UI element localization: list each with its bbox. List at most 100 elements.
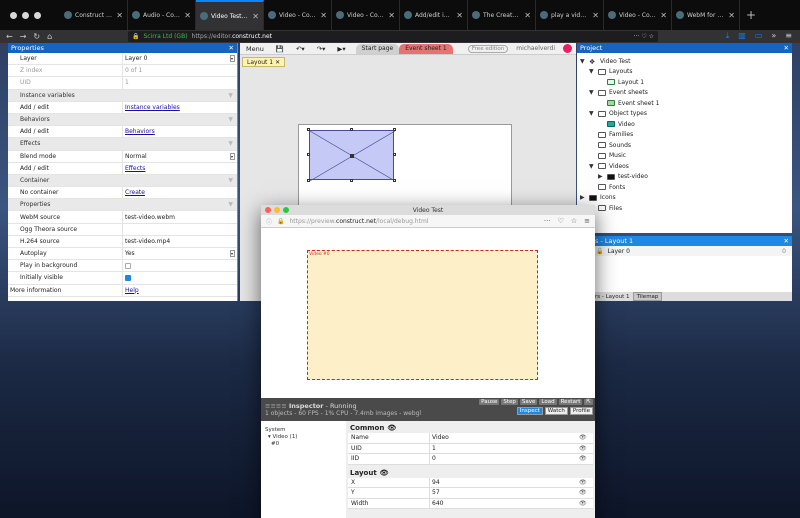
tab-layout-1[interactable]: Layout 1 ✕ — [242, 57, 286, 67]
eye-icon[interactable]: 👁 — [579, 500, 593, 507]
property-row[interactable]: Z index 0 of 1 — [8, 65, 237, 78]
page-actions-icon[interactable]: ··· — [544, 217, 551, 225]
property-row[interactable]: Add / edit Instance variables — [8, 101, 237, 114]
layer-row[interactable]: 🔓 Layer 0 0 — [592, 246, 792, 256]
preview-address-bar[interactable]: ⓘ 🔒 https://preview.construct.net/local/… — [261, 215, 595, 228]
page-actions-icon[interactable]: ··· ♡ ☆ — [634, 33, 654, 40]
undo-icon[interactable]: ↶▾ — [294, 45, 307, 53]
property-link[interactable]: Behaviors — [125, 128, 155, 135]
inspector-row[interactable]: Y 57 👁 — [348, 488, 593, 499]
tab-watch[interactable]: Watch — [544, 407, 568, 415]
property-value[interactable]: test-video.mp4 — [122, 235, 237, 247]
inspector-value[interactable]: 0 — [430, 455, 579, 462]
browser-tab[interactable]: play a video in o✕ — [536, 0, 604, 30]
browser-tab[interactable]: WebM for Premi✕ — [672, 0, 740, 30]
close-icon[interactable]: ✕ — [275, 59, 280, 66]
inspector-save-button[interactable]: Save — [519, 399, 538, 405]
property-row[interactable]: Initially visible — [8, 272, 237, 285]
project-tree-item[interactable]: Sounds — [577, 140, 792, 151]
overflow-menu-icon[interactable]: » — [771, 31, 776, 41]
collapse-triangle-icon[interactable]: ▼ — [228, 92, 233, 99]
home-icon[interactable]: ⌂ — [47, 32, 52, 41]
address-bar[interactable]: 🔒 Scirra Ltd (GB) https://editor.constru… — [128, 31, 658, 42]
property-row[interactable]: Play in background — [8, 260, 237, 273]
object-tree-item[interactable]: ▾ Video (1) — [265, 434, 342, 441]
panel-tab[interactable]: rs - Layout 1 — [592, 292, 633, 301]
tab-start-page[interactable]: Start page — [355, 43, 400, 54]
inspector-row[interactable]: X 94 👁 — [348, 477, 593, 488]
preview-url[interactable]: https://preview.construct.net/local/debu… — [290, 218, 429, 225]
project-tree-item[interactable]: Files — [577, 203, 792, 214]
project-tree-item[interactable]: Layout 1 — [577, 77, 792, 88]
resize-handle[interactable] — [350, 179, 353, 182]
collapse-triangle-icon[interactable]: ▼ — [228, 177, 233, 184]
panel-tab[interactable]: Tilemap — [632, 292, 663, 301]
project-tree-item[interactable]: ▼ Videos — [577, 161, 792, 172]
property-value[interactable]: Behaviors — [122, 126, 237, 138]
property-value[interactable] — [122, 272, 237, 284]
popout-icon[interactable]: ⇱ — [584, 399, 593, 405]
property-row[interactable]: Layer Layer 0 ▾ — [8, 53, 237, 66]
resize-handle[interactable] — [350, 128, 353, 131]
close-tab-icon[interactable]: ✕ — [660, 11, 667, 20]
game-canvas[interactable]: Video #0 — [261, 228, 595, 398]
video-object[interactable] — [309, 130, 395, 181]
close-tab-icon[interactable]: ✕ — [116, 11, 123, 20]
inspector-row[interactable]: Name Video 👁 — [348, 433, 593, 444]
property-checkbox[interactable] — [125, 262, 131, 269]
forward-arrow-icon[interactable]: → — [20, 32, 27, 41]
sidebar-icon[interactable]: ▭ — [755, 31, 763, 41]
project-tree-item[interactable]: ▼ ❖ Video Test — [577, 56, 792, 67]
inspector-row[interactable]: UID 1 👁 — [348, 443, 593, 454]
redo-icon[interactable]: ↷▾ — [315, 45, 328, 53]
minimize-window-button[interactable] — [22, 11, 29, 19]
property-value[interactable]: Instance variables — [122, 101, 237, 113]
browser-tab[interactable]: Video Test - Co✕ — [196, 0, 264, 30]
expand-arrow-icon[interactable]: ▼ — [580, 58, 586, 65]
property-value[interactable] — [122, 260, 237, 272]
close-tab-icon[interactable]: ✕ — [728, 11, 735, 20]
library-icon[interactable]: ▥ — [738, 31, 746, 41]
resize-handle[interactable] — [307, 153, 310, 156]
resize-handle[interactable] — [393, 179, 396, 182]
tab-inspect[interactable]: Inspect — [516, 407, 543, 415]
property-row[interactable]: Add / edit Behaviors — [8, 126, 237, 139]
expand-arrow-icon[interactable]: ▶ — [598, 173, 604, 180]
inspector-restart-button[interactable]: Restart — [558, 399, 583, 405]
project-tree-item[interactable]: ▼ Event sheets — [577, 88, 792, 99]
expand-arrow-icon[interactable]: ▼ — [589, 163, 595, 170]
close-tab-icon[interactable]: ✕ — [320, 11, 327, 20]
close-tab-icon[interactable]: ✕ — [524, 11, 531, 20]
tab-profile[interactable]: Profile — [569, 407, 593, 415]
property-link[interactable]: Effects — [125, 165, 145, 172]
inspector-row[interactable]: IID 0 👁 — [348, 454, 593, 465]
eye-icon[interactable]: 👁 — [579, 479, 593, 486]
bookmark-star-icon[interactable]: ☆ — [571, 217, 577, 225]
property-value[interactable]: Yes ▾ — [122, 248, 237, 260]
property-row[interactable]: More information Help — [8, 284, 237, 297]
expand-arrow-icon[interactable]: ▼ — [589, 110, 595, 117]
close-tab-icon[interactable]: ✕ — [592, 11, 599, 20]
dropdown-arrow-icon[interactable]: ▾ — [230, 250, 235, 258]
property-value[interactable]: Effects — [122, 162, 237, 174]
close-window-button[interactable] — [10, 11, 17, 19]
collapse-triangle-icon[interactable]: ▼ — [228, 140, 233, 147]
resize-handle[interactable] — [393, 128, 396, 131]
resize-handle[interactable] — [307, 128, 310, 131]
close-icon[interactable]: ✕ — [784, 237, 789, 245]
maximize-window-button[interactable] — [34, 11, 41, 19]
property-row[interactable]: Autoplay Yes ▾ — [8, 248, 237, 261]
download-icon[interactable]: ⤓ — [726, 31, 730, 41]
lock-icon[interactable]: 🔓 — [596, 248, 603, 255]
video-object-preview[interactable]: Video #0 — [307, 250, 538, 380]
inspector-value[interactable]: 57 — [430, 489, 579, 496]
close-icon[interactable]: ✕ — [784, 44, 789, 52]
inspector-value[interactable]: 94 — [430, 479, 579, 486]
inspector-value[interactable]: 1 — [430, 445, 579, 452]
inspector-value[interactable]: Video — [430, 434, 579, 441]
info-icon[interactable]: ⓘ — [266, 217, 272, 226]
dropdown-arrow-icon[interactable]: ▾ — [230, 55, 235, 63]
username[interactable]: michaelverdi — [516, 45, 555, 52]
project-tree-item[interactable]: ▶ test-video — [577, 172, 792, 183]
tab-event-sheet[interactable]: Event sheet 1 — [399, 43, 453, 54]
